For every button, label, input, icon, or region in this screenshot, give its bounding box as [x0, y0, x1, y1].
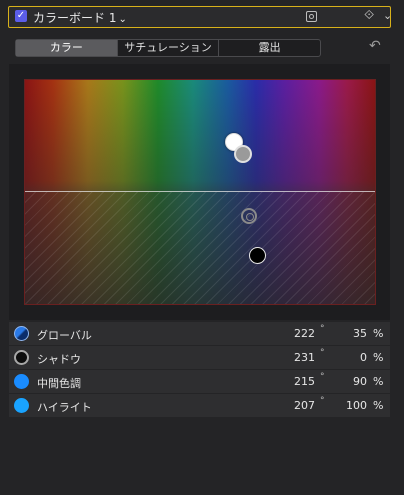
degree-unit: °	[320, 396, 325, 406]
color-board-panel	[9, 64, 390, 320]
row-global[interactable]: グローバル 222 ° 35 %	[9, 322, 390, 345]
degree-unit: °	[320, 324, 325, 334]
angle-value[interactable]: 215	[271, 375, 315, 388]
percent-unit: %	[373, 375, 384, 388]
percent-value[interactable]: 0	[337, 351, 367, 364]
percent-value[interactable]: 100	[337, 399, 367, 412]
reset-icon[interactable]: ↶	[369, 38, 381, 54]
row-shadows[interactable]: シャドウ 231 ° 0 %	[9, 346, 390, 369]
percent-value[interactable]: 35	[337, 327, 367, 340]
tab-exposure[interactable]: 露出	[219, 40, 320, 56]
effect-header: ✓ カラーボード 1 ⌄ ⟐ ⌄	[8, 6, 392, 28]
angle-value[interactable]: 207	[271, 399, 315, 412]
keyframe-icon[interactable]: ⟐	[364, 8, 374, 23]
puck-values-list: グローバル 222 ° 35 % シャドウ 231 ° 0 % 中間色調 215…	[9, 322, 390, 418]
enable-checkbox[interactable]: ✓	[15, 10, 27, 22]
highlights-swatch-icon	[14, 398, 29, 413]
shadows-swatch-icon	[14, 350, 29, 365]
mask-icon[interactable]	[306, 11, 317, 22]
chevron-down-icon[interactable]: ⌄	[383, 9, 392, 22]
tab-bar: カラー サチュレーション 露出	[15, 39, 321, 57]
negative-hatch-area	[25, 192, 375, 304]
row-midtones[interactable]: 中間色調 215 ° 90 %	[9, 370, 390, 393]
row-highlights[interactable]: ハイライト 207 ° 100 %	[9, 394, 390, 417]
percent-value[interactable]: 90	[337, 375, 367, 388]
percent-unit: %	[373, 327, 384, 340]
row-label: 中間色調	[37, 377, 81, 390]
degree-unit: °	[320, 372, 325, 382]
shadows-puck[interactable]	[234, 145, 252, 163]
row-label: ハイライト	[37, 401, 92, 414]
effect-title: カラーボード 1	[33, 11, 117, 25]
percent-unit: %	[373, 351, 384, 364]
effect-title-popup[interactable]: カラーボード 1 ⌄	[33, 9, 127, 26]
global-swatch-icon	[14, 326, 29, 341]
midtones-swatch-icon	[14, 374, 29, 389]
midtones-puck[interactable]	[241, 208, 257, 224]
row-label: シャドウ	[37, 353, 81, 366]
highlights-puck[interactable]	[249, 247, 266, 264]
color-board[interactable]	[24, 79, 376, 305]
angle-value[interactable]: 222	[271, 327, 315, 340]
tab-color[interactable]: カラー	[16, 40, 118, 56]
neutral-line	[25, 191, 375, 192]
degree-unit: °	[320, 348, 325, 358]
tab-saturation[interactable]: サチュレーション	[118, 40, 220, 56]
chevron-down-icon: ⌄	[118, 14, 127, 25]
percent-unit: %	[373, 399, 384, 412]
angle-value[interactable]: 231	[271, 351, 315, 364]
row-label: グローバル	[37, 329, 92, 342]
